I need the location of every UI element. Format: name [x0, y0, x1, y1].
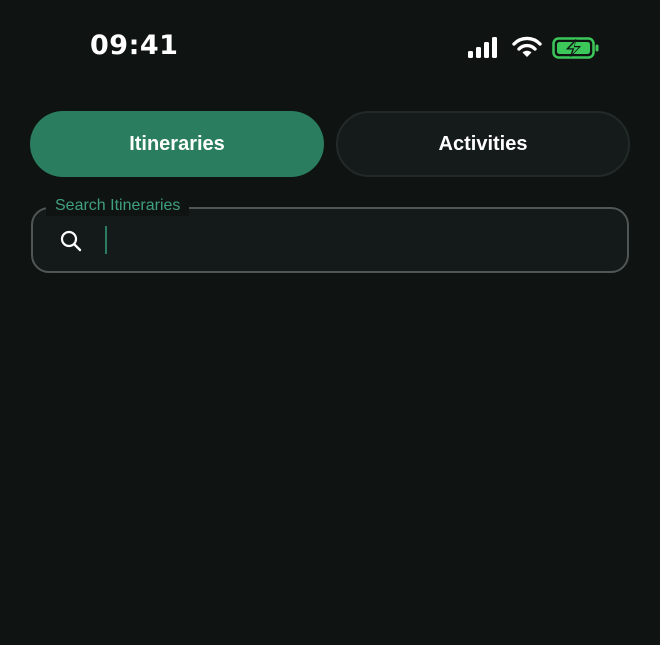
tab-activities[interactable]: Activities — [336, 111, 630, 177]
search-icon — [60, 230, 82, 252]
search-label: Search Itineraries — [46, 196, 190, 216]
status-time: 09:41 — [90, 30, 179, 61]
battery-charging-icon — [552, 37, 599, 59]
tab-itineraries-label: Itineraries — [129, 132, 225, 155]
search-input[interactable] — [104, 222, 620, 258]
wifi-icon — [512, 36, 542, 57]
tab-activities-label: Activities — [438, 132, 528, 155]
signal-icon — [468, 37, 497, 58]
app-screen: 09:41 Itineraries Activities Search Itin… — [0, 0, 660, 645]
status-bar: 09:41 — [0, 0, 660, 96]
tab-itineraries[interactable]: Itineraries — [30, 111, 324, 177]
